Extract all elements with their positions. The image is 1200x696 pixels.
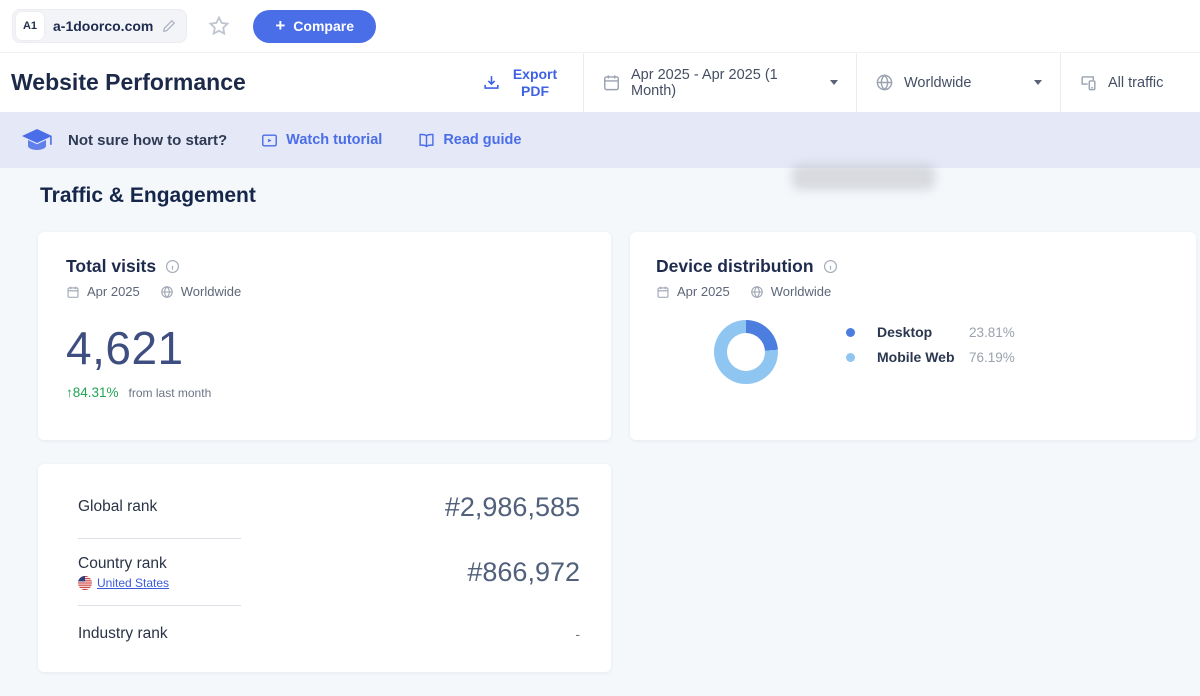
mobile-web-legend-dot bbox=[846, 353, 855, 362]
site-favicon: A1 bbox=[16, 12, 44, 40]
date-range-picker[interactable]: Apr 2025 - Apr 2025 (1 Month) bbox=[583, 53, 856, 112]
total-visits-title: Total visits bbox=[66, 256, 156, 277]
desktop-label: Desktop bbox=[877, 324, 969, 340]
watch-tutorial-label: Watch tutorial bbox=[286, 132, 382, 148]
download-icon bbox=[482, 73, 501, 92]
global-rank-row: Global rank #2,986,585 bbox=[78, 476, 580, 538]
device-legend: Desktop 23.81% Mobile Web 76.19% bbox=[846, 324, 1015, 365]
total-visits-value: 4,621 bbox=[66, 321, 583, 375]
calendar-icon bbox=[66, 285, 80, 299]
read-guide-link[interactable]: Read guide bbox=[418, 132, 521, 149]
industry-rank-label: Industry rank bbox=[78, 625, 168, 643]
country-rank-value: #866,972 bbox=[467, 557, 580, 588]
device-distribution-region: Worldwide bbox=[771, 284, 831, 299]
country-rank-row: Country rank United States #866,972 bbox=[78, 539, 580, 605]
country-rank-label: Country rank bbox=[78, 555, 169, 573]
read-guide-label: Read guide bbox=[443, 132, 521, 148]
compare-button-label: Compare bbox=[293, 18, 354, 34]
date-range-value: Apr 2025 - Apr 2025 (1 Month) bbox=[631, 67, 816, 99]
globe-icon bbox=[750, 285, 764, 299]
domain-name: a-1doorco.com bbox=[53, 18, 153, 34]
globe-icon bbox=[875, 73, 894, 92]
devices-icon bbox=[1079, 73, 1098, 92]
mobile-web-label: Mobile Web bbox=[877, 349, 969, 365]
calendar-icon bbox=[656, 285, 670, 299]
industry-rank-row: Industry rank - bbox=[78, 606, 580, 662]
traffic-filter-value: All traffic bbox=[1108, 75, 1163, 91]
graduation-cap-icon bbox=[20, 127, 54, 153]
compare-button[interactable]: + Compare bbox=[253, 10, 376, 43]
mobile-web-value: 76.19% bbox=[969, 350, 1015, 365]
onboarding-banner: Not sure how to start? Watch tutorial Re… bbox=[0, 112, 1200, 168]
banner-message: Not sure how to start? bbox=[68, 132, 227, 149]
total-visits-region: Worldwide bbox=[181, 284, 241, 299]
top-bar: A1 a-1doorco.com + Compare bbox=[0, 0, 1200, 52]
region-value: Worldwide bbox=[904, 75, 971, 91]
global-rank-label: Global rank bbox=[78, 498, 157, 516]
donut-hole bbox=[727, 333, 765, 371]
device-distribution-card: Device distribution Apr 2025 Worldwide D… bbox=[630, 232, 1196, 440]
change-note: from last month bbox=[129, 386, 212, 400]
edit-icon[interactable] bbox=[162, 19, 176, 33]
total-visits-card: Total visits Apr 2025 Worldwide 4,621 ↑8… bbox=[38, 232, 611, 440]
region-selector[interactable]: Worldwide bbox=[856, 53, 1060, 112]
desktop-value: 23.81% bbox=[969, 325, 1015, 340]
us-flag-icon bbox=[78, 576, 92, 590]
page-header: Website Performance Export PDF Apr 2025 … bbox=[0, 52, 1200, 112]
blurred-artifact bbox=[792, 164, 935, 190]
country-link-label: United States bbox=[97, 576, 169, 590]
plus-icon: + bbox=[275, 17, 285, 34]
calendar-icon bbox=[602, 73, 621, 92]
chevron-down-icon bbox=[1034, 80, 1042, 85]
country-link[interactable]: United States bbox=[78, 576, 169, 590]
legend-item-mobile-web: Mobile Web 76.19% bbox=[846, 349, 1015, 365]
industry-rank-value: - bbox=[575, 626, 580, 642]
video-icon bbox=[261, 132, 278, 149]
info-icon[interactable] bbox=[823, 259, 838, 274]
domain-selector[interactable]: A1 a-1doorco.com bbox=[12, 9, 187, 43]
total-visits-date: Apr 2025 bbox=[87, 284, 140, 299]
ranks-card: Global rank #2,986,585 Country rank Uni bbox=[38, 464, 611, 672]
book-icon bbox=[418, 132, 435, 149]
change-percent: ↑84.31% bbox=[66, 385, 119, 400]
info-icon[interactable] bbox=[165, 259, 180, 274]
watch-tutorial-link[interactable]: Watch tutorial bbox=[261, 132, 382, 149]
legend-item-desktop: Desktop 23.81% bbox=[846, 324, 1015, 340]
main-content: Traffic & Engagement Total visits Apr 20… bbox=[0, 168, 1200, 696]
device-distribution-donut-chart bbox=[714, 320, 778, 384]
traffic-filter[interactable]: All traffic bbox=[1060, 53, 1200, 112]
global-rank-value: #2,986,585 bbox=[445, 492, 580, 523]
favorite-star-icon[interactable] bbox=[207, 14, 231, 38]
page-title: Website Performance bbox=[0, 69, 460, 96]
section-title: Traffic & Engagement bbox=[40, 184, 256, 208]
device-distribution-title: Device distribution bbox=[656, 256, 814, 277]
device-distribution-date: Apr 2025 bbox=[677, 284, 730, 299]
globe-icon bbox=[160, 285, 174, 299]
chevron-down-icon bbox=[830, 80, 838, 85]
export-pdf-button[interactable]: Export PDF bbox=[460, 53, 583, 112]
desktop-legend-dot bbox=[846, 328, 855, 337]
export-pdf-label: Export PDF bbox=[509, 66, 561, 100]
